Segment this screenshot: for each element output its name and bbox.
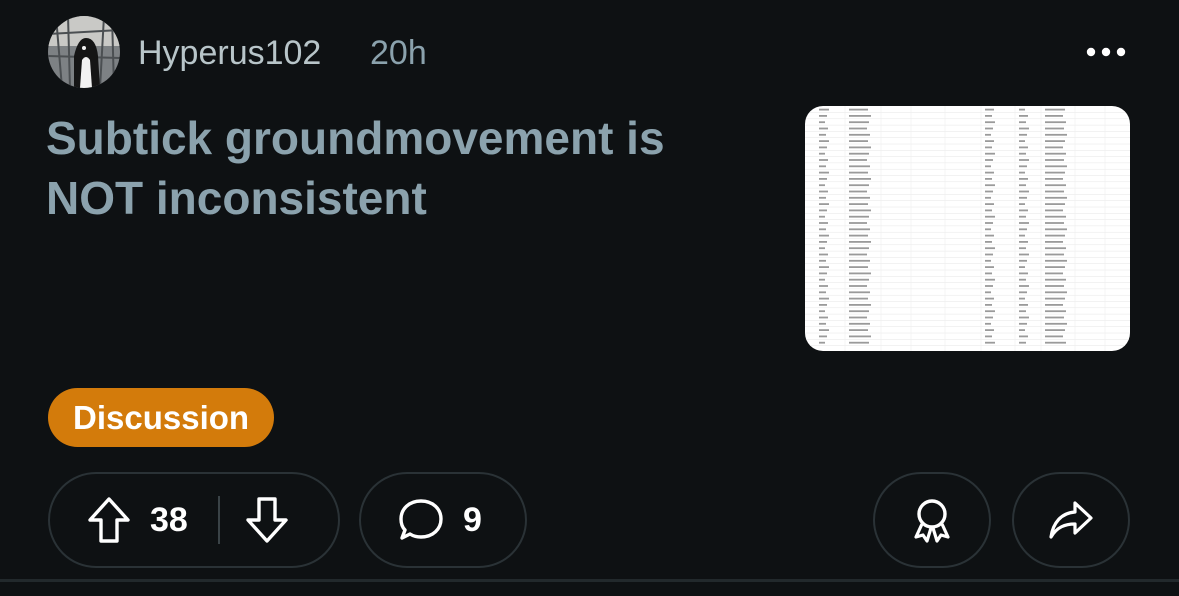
- arrow-up-icon: [88, 497, 130, 543]
- comment-icon-wrap: [397, 497, 445, 543]
- vote-count: 38: [150, 501, 188, 539]
- comments-button[interactable]: 9: [359, 472, 527, 568]
- author-name[interactable]: Hyperus102: [138, 32, 321, 74]
- post-title[interactable]: Subtick groundmovement is NOT inconsiste…: [46, 108, 766, 228]
- post-thumbnail[interactable]: [805, 106, 1130, 351]
- comment-bubble-icon: [399, 499, 443, 540]
- award-button[interactable]: [873, 472, 991, 568]
- flair-badge[interactable]: Discussion: [48, 388, 275, 447]
- post-divider: [0, 579, 1179, 582]
- more-horizontal-icon: [1086, 47, 1126, 57]
- upvote-button[interactable]: [86, 496, 132, 544]
- downvote-button[interactable]: [244, 496, 290, 544]
- share-button[interactable]: [1012, 472, 1130, 568]
- more-options-button[interactable]: [1076, 30, 1136, 74]
- post-age: 20h: [370, 34, 427, 72]
- arrow-down-icon: [246, 497, 288, 543]
- comment-count: 9: [463, 501, 482, 539]
- vote-bar: 38: [48, 472, 340, 568]
- share-arrow-icon: [1049, 501, 1093, 539]
- vote-separator: [217, 496, 220, 544]
- award-ribbon-icon: [914, 499, 950, 543]
- avatar[interactable]: [48, 16, 120, 88]
